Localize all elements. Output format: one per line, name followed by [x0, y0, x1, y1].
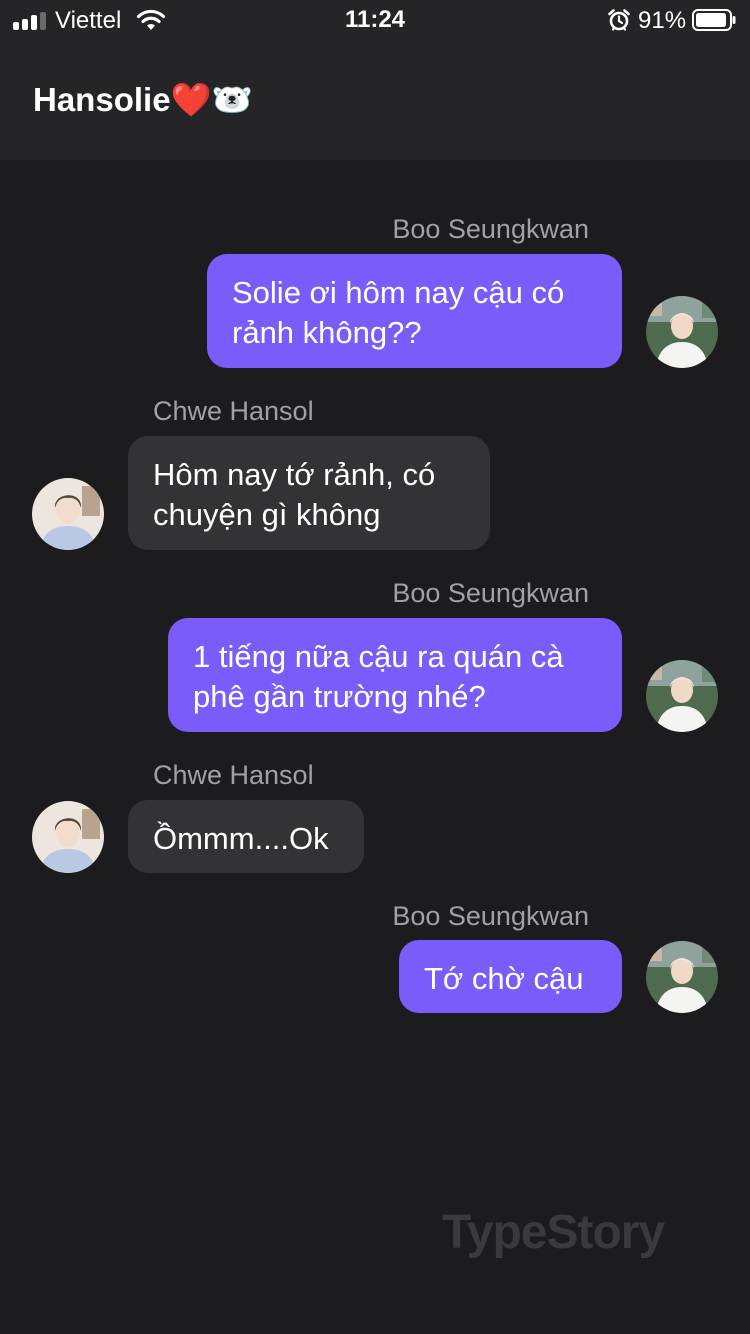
message-bubble-outgoing[interactable]: Solie ơi hôm nay cậu có rảnh không??	[207, 254, 622, 368]
message-line: Hôm nay tớ rảnh, có	[153, 457, 436, 492]
battery-icon	[692, 9, 736, 31]
avatar-boo-seungkwan[interactable]	[646, 296, 718, 368]
sender-name: Boo Seungkwan	[392, 214, 589, 244]
avatar-boo-seungkwan[interactable]	[646, 941, 718, 1013]
status-bar: Viettel 11:24 91%	[0, 0, 750, 40]
message-list[interactable]: Boo Seungkwan Solie ơi hôm nay cậu có rả…	[0, 160, 750, 1334]
sender-name: Chwe Hansol	[153, 396, 314, 426]
avatar-chwe-hansol[interactable]	[32, 478, 104, 550]
message-bubble-outgoing[interactable]: Tớ chờ cậu	[399, 940, 622, 1013]
chat-screen: Viettel 11:24 91% Hansolie❤️🐻‍❄️ Boo Seu…	[0, 0, 750, 1334]
chat-title[interactable]: Hansolie❤️🐻‍❄️	[33, 80, 253, 120]
alarm-icon	[608, 9, 630, 31]
message-line: Tớ chờ cậu	[424, 961, 584, 996]
message-bubble-incoming[interactable]: Ồmmm....Ok	[128, 800, 364, 873]
sender-name: Chwe Hansol	[153, 760, 314, 790]
battery-percentage: 91%	[638, 7, 687, 34]
avatar-boo-seungkwan[interactable]	[646, 660, 718, 732]
message-bubble-outgoing[interactable]: 1 tiếng nữa cậu ra quán cà phê gần trườn…	[168, 618, 622, 732]
chat-header: Hansolie❤️🐻‍❄️	[0, 40, 750, 160]
sender-name: Boo Seungkwan	[392, 901, 589, 931]
sender-name: Boo Seungkwan	[392, 578, 589, 608]
watermark-logo: TypeStory	[442, 1206, 665, 1259]
message-line: rảnh không??	[232, 315, 422, 350]
message-line: 1 tiếng nữa cậu ra quán cà	[193, 639, 564, 674]
message-line: phê gần trường nhé?	[193, 679, 486, 714]
message-bubble-incoming[interactable]: Hôm nay tớ rảnh, có chuyện gì không	[128, 436, 490, 550]
avatar-chwe-hansol[interactable]	[32, 801, 104, 873]
message-line: Ồmmm....Ok	[153, 821, 329, 856]
message-line: Solie ơi hôm nay cậu có	[232, 275, 565, 310]
message-line: chuyện gì không	[153, 497, 381, 532]
